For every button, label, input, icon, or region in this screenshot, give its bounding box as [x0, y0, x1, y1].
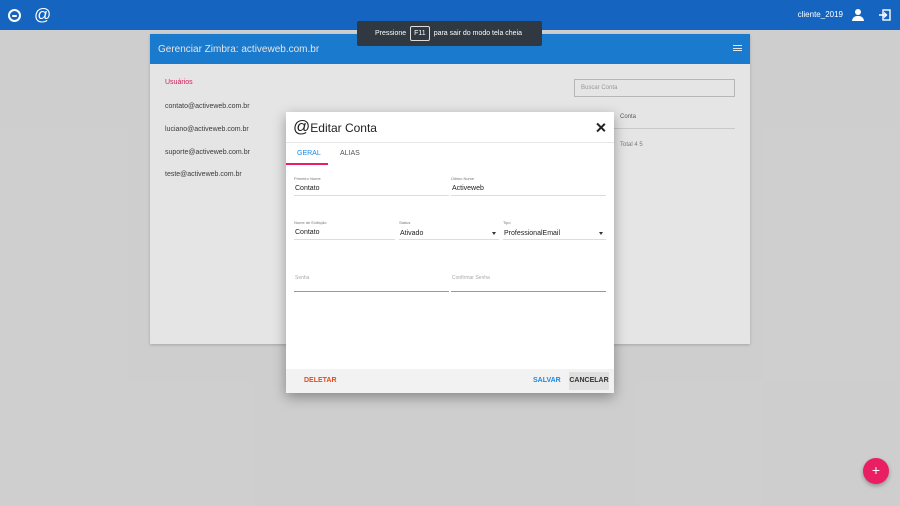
- cancel-button[interactable]: CANCELAR: [569, 372, 609, 390]
- active-tab-indicator: [286, 163, 328, 165]
- at-icon: @: [293, 117, 311, 136]
- field-placeholder: Senha: [295, 275, 310, 281]
- fullscreen-notice: Pressione F11 para sair do modo tela che…: [357, 21, 542, 46]
- tab-alias[interactable]: ALIAS: [340, 150, 360, 157]
- notice-suffix: para sair do modo tela cheia: [433, 30, 523, 37]
- field-label: Último Nome: [451, 176, 475, 181]
- field-underline: [399, 239, 499, 240]
- delete-button[interactable]: DELETAR: [304, 377, 337, 384]
- dialog-footer: DELETAR SALVAR CANCELAR: [286, 369, 614, 393]
- dialog-title: @Editar Conta: [293, 117, 377, 136]
- tab-geral[interactable]: GERAL: [297, 150, 321, 157]
- edit-account-dialog: @Editar Conta GERAL ALIAS Primeiro Nome …: [286, 112, 614, 393]
- logout-icon[interactable]: [879, 9, 891, 21]
- field-underline: [503, 239, 606, 240]
- add-button[interactable]: +: [863, 458, 889, 484]
- field-label: Status: [399, 220, 411, 225]
- at-icon[interactable]: @: [34, 5, 51, 25]
- field-underline: [451, 195, 606, 196]
- field-label: Nome de Exibição: [294, 220, 327, 225]
- field-value[interactable]: ProfessionalEmail: [504, 230, 560, 237]
- divider: [286, 142, 614, 143]
- field-underline: [294, 195, 449, 196]
- field-value[interactable]: Ativado: [400, 230, 423, 237]
- chevron-down-icon[interactable]: [492, 232, 496, 235]
- save-button[interactable]: SALVAR: [533, 377, 561, 384]
- field-label: Primeiro Nome: [294, 176, 321, 181]
- field-underline: [451, 291, 606, 292]
- username-label: cliente_2019: [797, 10, 843, 19]
- field-placeholder: Confirmar Senha: [452, 275, 490, 281]
- close-icon[interactable]: [596, 123, 605, 132]
- field-value[interactable]: Contato: [295, 229, 320, 236]
- dialog-title-text: Editar Conta: [310, 121, 377, 135]
- logo-icon[interactable]: [8, 9, 21, 22]
- chevron-down-icon[interactable]: [599, 232, 603, 235]
- account-icon[interactable]: [852, 9, 864, 21]
- field-underline: [294, 291, 449, 292]
- field-value[interactable]: Activeweb: [452, 185, 484, 192]
- field-value[interactable]: Contato: [295, 185, 320, 192]
- notice-prefix: Pressione: [375, 30, 407, 37]
- f11-key-badge: F11: [410, 26, 430, 41]
- field-label: Tipo: [503, 220, 511, 225]
- field-underline: [294, 239, 395, 240]
